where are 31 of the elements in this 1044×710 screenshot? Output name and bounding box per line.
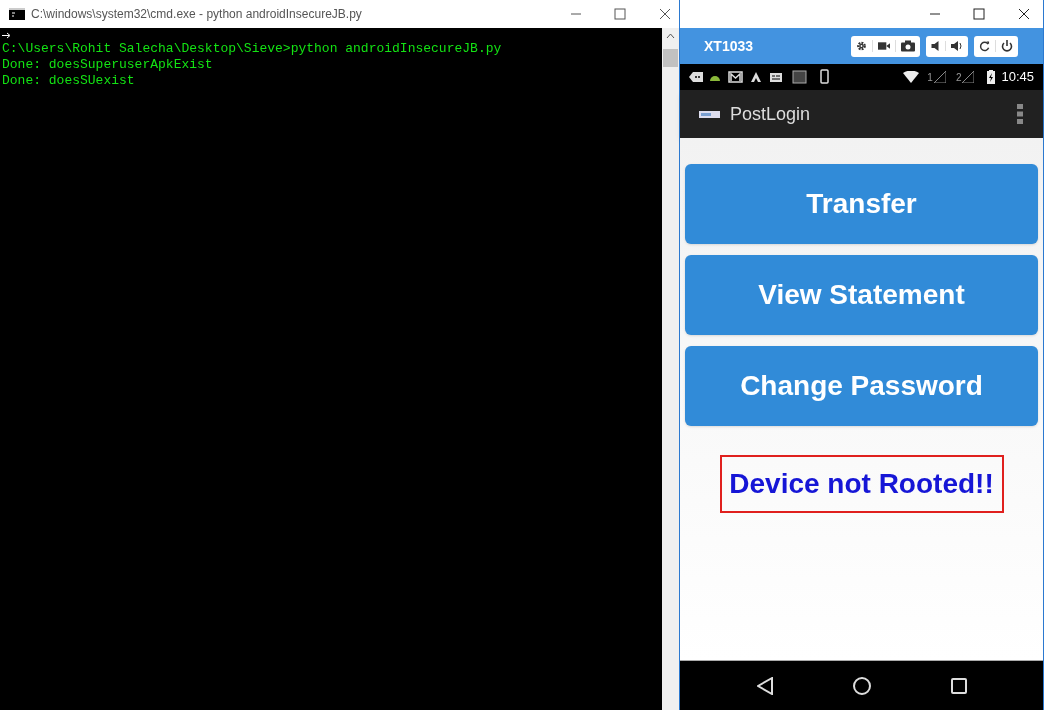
overflow-menu-icon[interactable] [1017, 104, 1023, 124]
recents-icon[interactable] [950, 677, 967, 694]
scroll-up-icon[interactable] [666, 33, 675, 39]
window-title: C:\windows\system32\cmd.exe - python androidInsecureJB.py [31, 6, 362, 23]
console-icon [9, 8, 25, 20]
action-button[interactable]: Change Password [685, 346, 1038, 426]
clock: 10:45 [1001, 68, 1034, 87]
app-title: PostLogin [730, 102, 811, 126]
console-line: Done: doesSUexist [2, 73, 136, 89]
device-name: XT1033 [704, 36, 754, 56]
app-logo-icon [699, 110, 720, 118]
console-line: Done: doesSuperuserApkExist [2, 57, 214, 73]
scroll-thumb[interactable] [663, 49, 678, 67]
battery-charging-icon [987, 70, 996, 84]
maximize-icon[interactable] [973, 8, 985, 20]
scrollbar[interactable] [662, 28, 679, 710]
wifi-icon [903, 71, 920, 83]
action-button[interactable]: View Statement [685, 255, 1038, 335]
signal-icon [933, 71, 946, 83]
console-line: C:\Users\Rohit Salecha\Desktop\Sieve>python androidInsecureJB.py [2, 41, 503, 57]
sim-label: 2 [955, 70, 962, 85]
cursor-arrow-icon [2, 32, 11, 39]
action-button[interactable]: Transfer [685, 164, 1038, 244]
signal-icon [962, 71, 975, 83]
close-icon[interactable] [1018, 8, 1030, 20]
close-icon[interactable] [659, 8, 671, 20]
maximize-icon[interactable] [614, 8, 626, 20]
home-icon[interactable] [852, 676, 871, 695]
back-icon[interactable] [756, 676, 773, 695]
status-message: Device not Rooted!! [719, 455, 1004, 513]
sim-label: 1 [927, 70, 933, 85]
